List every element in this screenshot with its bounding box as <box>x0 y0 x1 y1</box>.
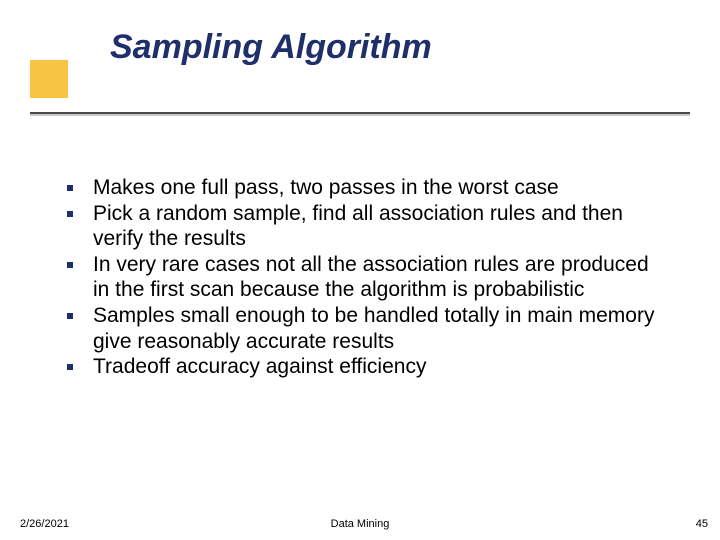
list-item: Tradeoff accuracy against efficiency <box>55 354 665 380</box>
slide-title: Sampling Algorithm <box>110 28 690 87</box>
title-underline-shadow <box>30 114 690 116</box>
list-item: Samples small enough to be handled total… <box>55 303 665 354</box>
list-item: Makes one full pass, two passes in the w… <box>55 175 665 201</box>
bullet-list: Makes one full pass, two passes in the w… <box>55 175 665 380</box>
slide: Sampling Algorithm Makes one full pass, … <box>0 0 720 540</box>
list-item: In very rare cases not all the associati… <box>55 252 665 303</box>
body-content: Makes one full pass, two passes in the w… <box>55 175 665 380</box>
footer: 2/26/2021 Data Mining 45 <box>0 510 720 530</box>
title-block: Sampling Algorithm <box>30 28 690 87</box>
accent-square <box>30 60 68 98</box>
footer-page-number: 45 <box>696 518 708 530</box>
list-item: Pick a random sample, find all associati… <box>55 201 665 252</box>
footer-center: Data Mining <box>0 518 720 530</box>
